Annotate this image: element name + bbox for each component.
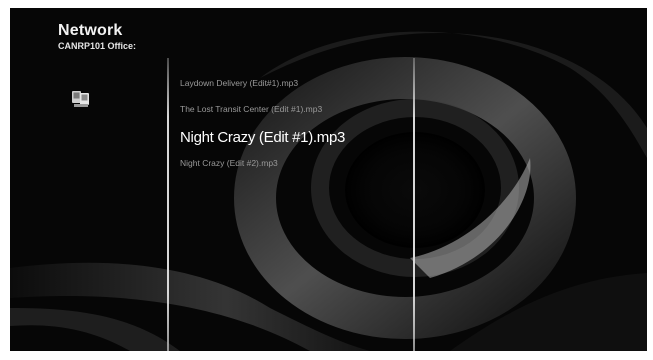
background-swirl-art xyxy=(10,31,647,351)
page-title: Network xyxy=(58,22,123,39)
file-item[interactable]: Night Crazy (Edit #2).mp3 xyxy=(180,157,410,169)
media-browser-screen: Network CANRP101 Office: Laydown Deliver… xyxy=(10,8,647,351)
column-divider-right xyxy=(413,58,415,351)
source-name: CANRP101 Office: xyxy=(58,41,137,51)
column-divider-left xyxy=(167,58,169,351)
file-item-selected[interactable]: Night Crazy (Edit #1).mp3 xyxy=(180,129,410,147)
file-list: Laydown Delivery (Edit#1).mp3 The Lost T… xyxy=(180,77,410,169)
network-computers-icon xyxy=(72,91,89,107)
header: Network CANRP101 Office: xyxy=(58,22,136,52)
file-item[interactable]: The Lost Transit Center (Edit #1).mp3 xyxy=(180,103,410,115)
file-item[interactable]: Laydown Delivery (Edit#1).mp3 xyxy=(180,77,410,89)
